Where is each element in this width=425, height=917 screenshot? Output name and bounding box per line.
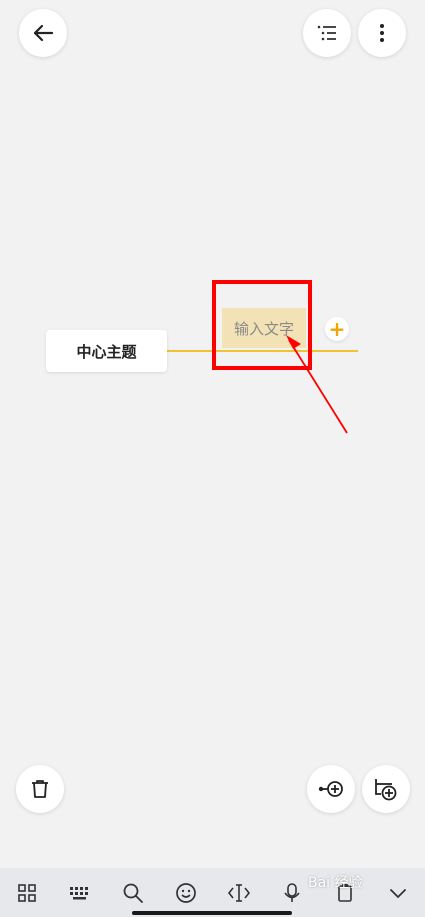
collapse-keyboard-button[interactable] <box>380 875 416 911</box>
cursor-icon <box>228 883 251 902</box>
search-icon <box>123 883 143 903</box>
keyboard-icon <box>69 886 88 899</box>
annotation-arrow-icon <box>286 335 348 434</box>
trash-icon <box>32 780 48 798</box>
emoji-icon <box>176 882 196 903</box>
search-button[interactable] <box>115 875 151 911</box>
collapse-chevron-icon <box>390 888 407 898</box>
keyboard-button[interactable] <box>62 875 98 911</box>
emoji-button[interactable] <box>168 875 204 911</box>
add-sibling-node-button[interactable] <box>307 765 355 813</box>
watermark-text: Bai 经验 <box>308 875 363 891</box>
apps-grid-button[interactable] <box>9 875 45 911</box>
home-indicator <box>132 911 292 915</box>
add-sibling-node-icon <box>318 781 343 797</box>
add-child-node-icon <box>375 779 397 801</box>
add-child-node-button[interactable] <box>362 765 410 813</box>
apps-grid-icon <box>17 883 36 902</box>
cursor-button[interactable] <box>221 875 257 911</box>
microphone-icon <box>284 882 300 902</box>
delete-button[interactable] <box>16 765 64 813</box>
microphone-button[interactable] <box>274 875 310 911</box>
